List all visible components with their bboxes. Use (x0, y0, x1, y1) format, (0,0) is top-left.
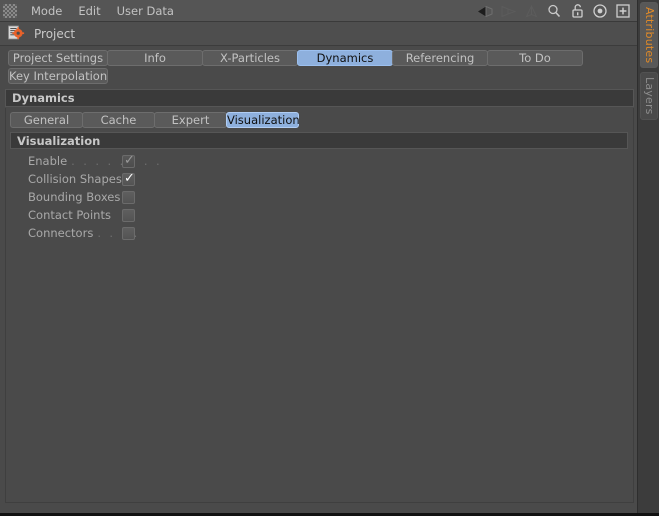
toolbar-icon-group (477, 0, 637, 22)
subtab-visualization[interactable]: Visualization (226, 112, 300, 128)
group-header-visualization[interactable]: Visualization (10, 132, 628, 149)
attributes-window: Mode Edit User Data Project Project Sett… (0, 0, 659, 516)
label-enable: Enable (28, 154, 68, 168)
grip-handle-icon[interactable] (3, 3, 17, 18)
checkbox-contact-points[interactable]: ✓ (122, 208, 135, 222)
target-icon[interactable] (592, 3, 608, 19)
attribute-tab-row-secondary: Key Interpolation (0, 68, 637, 85)
visualization-property-list: Enable . . . . . . . . ✓ Collision Shape… (0, 152, 637, 242)
dynamics-subtab-row: General Cache Expert Visualization (0, 112, 637, 129)
menu-item-edit[interactable]: Edit (70, 2, 108, 20)
checkbox-bounding-boxes[interactable]: ✓ (122, 190, 135, 204)
menu-item-user-data[interactable]: User Data (109, 2, 182, 20)
label-contact-points: Contact Points (28, 208, 111, 222)
back-arrow-icon[interactable] (477, 3, 493, 19)
unlock-icon[interactable] (569, 3, 585, 19)
project-settings-icon (7, 25, 25, 43)
property-row-bounding-boxes: Bounding Boxes ✓ (0, 188, 637, 206)
leader-dots-enable: . . . . . . . . (71, 154, 163, 168)
label-collision-shapes: Collision Shapes (28, 172, 122, 186)
menu-item-mode[interactable]: Mode (23, 2, 70, 20)
vertical-tab-layers[interactable]: Layers (640, 72, 658, 120)
tab-x-particles[interactable]: X-Particles (202, 50, 298, 66)
tab-key-interpolation[interactable]: Key Interpolation (8, 68, 108, 84)
menu-bar: Mode Edit User Data (0, 0, 637, 22)
tab-dynamics[interactable]: Dynamics (297, 50, 393, 66)
property-row-collision-shapes: Collision Shapes ✓ (0, 170, 637, 188)
property-row-enable: Enable . . . . . . . . ✓ (0, 152, 637, 170)
vertical-tab-attributes[interactable]: Attributes (640, 2, 658, 68)
property-row-connectors: Connectors . . . . ✓ (0, 224, 637, 242)
tab-info[interactable]: Info (107, 50, 203, 66)
add-box-icon[interactable] (615, 3, 631, 19)
attribute-tab-row-primary: Project Settings Info X-Particles Dynami… (0, 50, 637, 67)
checkbox-collision-shapes[interactable]: ✓ (122, 172, 135, 186)
tab-referencing[interactable]: Referencing (392, 50, 488, 66)
subtab-expert[interactable]: Expert (154, 112, 227, 128)
checkbox-connectors[interactable]: ✓ (122, 226, 135, 240)
up-arrow-icon[interactable] (523, 3, 539, 19)
search-icon[interactable] (546, 3, 562, 19)
label-bounding-boxes: Bounding Boxes (28, 190, 121, 204)
object-row[interactable]: Project (0, 22, 637, 46)
forward-arrow-icon[interactable] (500, 3, 516, 19)
property-row-contact-points: Contact Points ✓ (0, 206, 637, 224)
label-connectors: Connectors (28, 226, 94, 240)
subtab-general[interactable]: General (10, 112, 83, 128)
group-header-dynamics[interactable]: Dynamics (5, 89, 634, 107)
tab-project-settings[interactable]: Project Settings (8, 50, 108, 66)
right-vertical-tab-bar: Attributes Layers (637, 0, 659, 516)
object-name-label: Project (34, 26, 76, 41)
subtab-cache[interactable]: Cache (82, 112, 155, 128)
checkbox-enable[interactable]: ✓ (122, 154, 135, 168)
tab-to-do[interactable]: To Do (487, 50, 583, 66)
